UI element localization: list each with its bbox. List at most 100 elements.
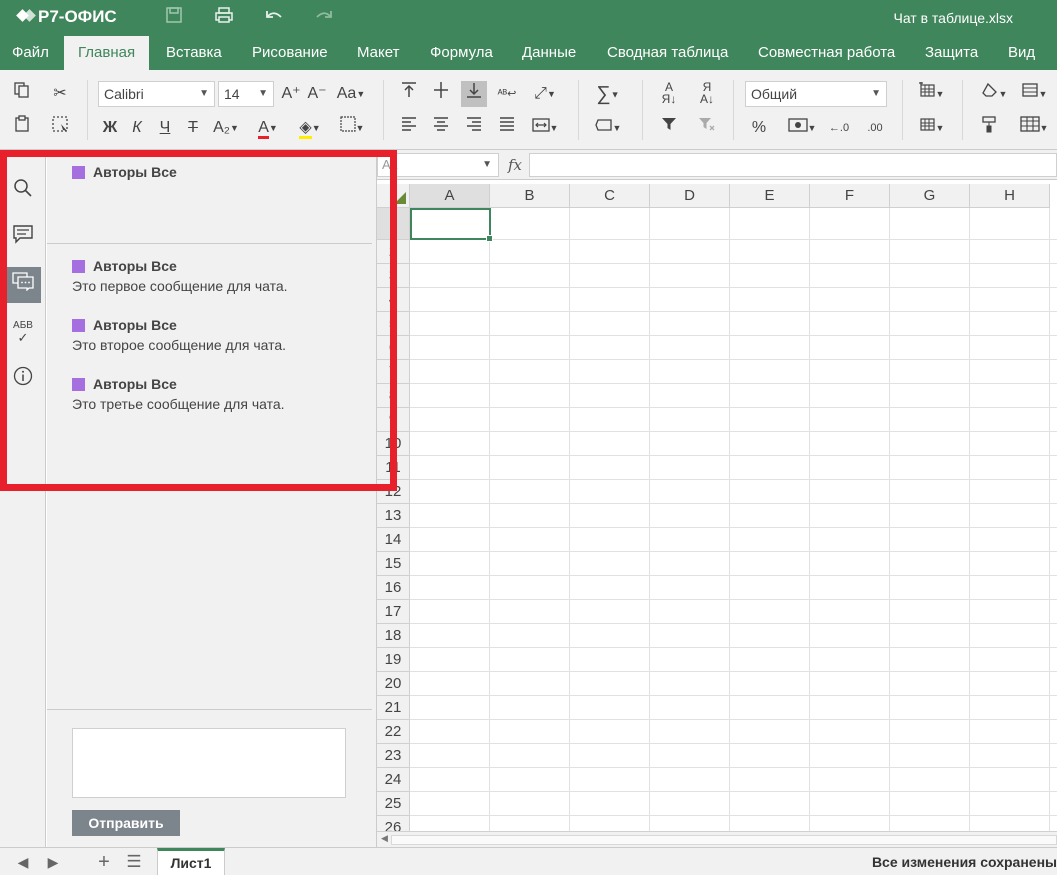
column-header[interactable]: H xyxy=(970,184,1050,208)
subscript-button[interactable]: A₂▼ xyxy=(208,115,244,141)
increase-decimal-button[interactable]: .00 xyxy=(860,115,890,141)
row-header[interactable]: 24 xyxy=(377,768,410,792)
row-header[interactable]: 2 xyxy=(377,240,410,264)
align-bottom-icon[interactable] xyxy=(461,81,487,107)
tab-protection[interactable]: Защита xyxy=(925,36,978,70)
row-header[interactable]: 25 xyxy=(377,792,410,816)
add-sheet-icon[interactable]: + xyxy=(93,851,115,873)
percent-button[interactable]: % xyxy=(746,115,772,141)
copy-style-icon[interactable] xyxy=(976,115,1002,141)
cut-icon[interactable]: ✂ xyxy=(47,81,73,107)
merge-cells-icon[interactable]: ▼ xyxy=(527,115,563,141)
font-color-button[interactable]: A▼ xyxy=(250,115,286,141)
tab-home[interactable]: Главная xyxy=(64,36,150,70)
scrollbar-thumb[interactable] xyxy=(391,835,1057,845)
row-header[interactable]: 12 xyxy=(377,480,410,504)
align-right-icon[interactable] xyxy=(461,115,487,141)
sheet-tab[interactable]: Лист1 xyxy=(157,848,225,875)
row-header[interactable]: 7 xyxy=(377,360,410,384)
filter-icon[interactable] xyxy=(656,115,682,141)
tab-data[interactable]: Данные xyxy=(522,36,576,70)
increase-font-icon[interactable]: A⁺ xyxy=(278,81,304,107)
search-icon[interactable] xyxy=(5,174,41,210)
row-header[interactable]: 18 xyxy=(377,624,410,648)
tab-pivot[interactable]: Сводная таблица xyxy=(607,36,728,70)
change-case-button[interactable]: Aa▼ xyxy=(334,81,368,107)
delete-cells-icon[interactable]: ▼ xyxy=(913,115,949,141)
select-all-corner[interactable] xyxy=(377,184,410,208)
align-middle-icon[interactable] xyxy=(428,81,454,107)
paste-icon[interactable] xyxy=(9,115,35,141)
name-box[interactable]: A1 ▼ xyxy=(377,153,499,177)
redo-icon[interactable] xyxy=(312,6,336,30)
align-left-icon[interactable] xyxy=(396,115,422,141)
row-header[interactable]: 17 xyxy=(377,600,410,624)
chat-message-input[interactable] xyxy=(72,728,346,798)
next-sheet-icon[interactable]: ▶ xyxy=(42,851,64,873)
save-icon[interactable] xyxy=(162,6,186,30)
align-center-icon[interactable] xyxy=(428,115,454,141)
row-header[interactable]: 15 xyxy=(377,552,410,576)
column-header[interactable]: E xyxy=(730,184,810,208)
horizontal-scrollbar[interactable]: ◀ xyxy=(377,831,1057,847)
orientation-icon[interactable]: ⤢▼ xyxy=(527,81,563,107)
chat-icon[interactable] xyxy=(5,267,41,303)
column-header[interactable]: C xyxy=(570,184,650,208)
row-header[interactable]: 20 xyxy=(377,672,410,696)
undo-icon[interactable] xyxy=(262,6,286,30)
scroll-left-icon[interactable]: ◀ xyxy=(381,833,388,844)
column-header[interactable]: G xyxy=(890,184,970,208)
row-header[interactable]: 6 xyxy=(377,336,410,360)
font-name-select[interactable]: Calibri ▼ xyxy=(98,81,215,107)
row-header[interactable]: 19 xyxy=(377,648,410,672)
selected-cell[interactable] xyxy=(410,208,493,242)
row-header[interactable]: 10 xyxy=(377,432,410,456)
row-header[interactable]: 1 xyxy=(377,208,410,240)
named-ranges-icon[interactable]: ▼ xyxy=(590,115,626,141)
spreadsheet-grid[interactable]: A B C D E F G H 1 2 3 4 5 6 7 8 9 10 11 12 13 14 15 16 17 18 19 20 2… xyxy=(377,181,1057,831)
sheet-list-icon[interactable]: ☰ xyxy=(123,851,145,873)
fill-color-button[interactable]: ◈▼ xyxy=(292,115,328,141)
select-all-icon[interactable] xyxy=(47,115,73,141)
tab-insert[interactable]: Вставка xyxy=(166,36,222,70)
row-header[interactable]: 5 xyxy=(377,312,410,336)
decrease-decimal-button[interactable]: ←.0 xyxy=(824,115,854,141)
clear-filter-icon[interactable] xyxy=(694,115,720,141)
column-header[interactable]: D xyxy=(650,184,730,208)
row-header[interactable]: 16 xyxy=(377,576,410,600)
comments-icon[interactable] xyxy=(5,220,41,256)
tab-layout[interactable]: Макет xyxy=(357,36,399,70)
column-header[interactable]: A xyxy=(410,184,490,208)
row-header[interactable]: 13 xyxy=(377,504,410,528)
insert-function-button[interactable]: fx xyxy=(503,153,527,177)
row-header[interactable]: 21 xyxy=(377,696,410,720)
row-header[interactable]: 4 xyxy=(377,288,410,312)
row-header[interactable]: 11 xyxy=(377,456,410,480)
number-format-select[interactable]: Общий ▼ xyxy=(745,81,887,107)
justify-icon[interactable] xyxy=(494,115,520,141)
bold-button[interactable]: Ж xyxy=(97,115,123,141)
strikethrough-button[interactable]: Т xyxy=(180,115,206,141)
copy-icon[interactable] xyxy=(9,81,35,107)
tab-view[interactable]: Вид xyxy=(1008,36,1035,70)
info-icon[interactable] xyxy=(5,362,41,398)
row-header[interactable]: 3 xyxy=(377,264,410,288)
currency-icon[interactable]: ▼ xyxy=(784,115,820,141)
decrease-font-icon[interactable]: A⁻ xyxy=(304,81,330,107)
insert-cells-icon[interactable]: ▼ xyxy=(913,81,949,107)
prev-sheet-icon[interactable]: ◀ xyxy=(12,851,34,873)
underline-button[interactable]: Ч xyxy=(152,115,178,141)
formula-input[interactable] xyxy=(529,153,1057,177)
sort-ascending-icon[interactable]: A Я↓ xyxy=(656,81,682,107)
font-size-select[interactable]: 14 ▼ xyxy=(218,81,274,107)
sort-descending-icon[interactable]: Я A↓ xyxy=(694,81,720,107)
align-top-icon[interactable] xyxy=(396,81,422,107)
send-button[interactable]: Отправить xyxy=(72,810,180,836)
row-header[interactable]: 26 xyxy=(377,816,410,831)
tab-formula[interactable]: Формула xyxy=(430,36,493,70)
print-icon[interactable] xyxy=(212,6,236,30)
row-header[interactable]: 8 xyxy=(377,384,410,408)
tab-collaboration[interactable]: Совместная работа xyxy=(758,36,895,70)
row-header[interactable]: 9 xyxy=(377,408,410,432)
italic-button[interactable]: К xyxy=(124,115,150,141)
